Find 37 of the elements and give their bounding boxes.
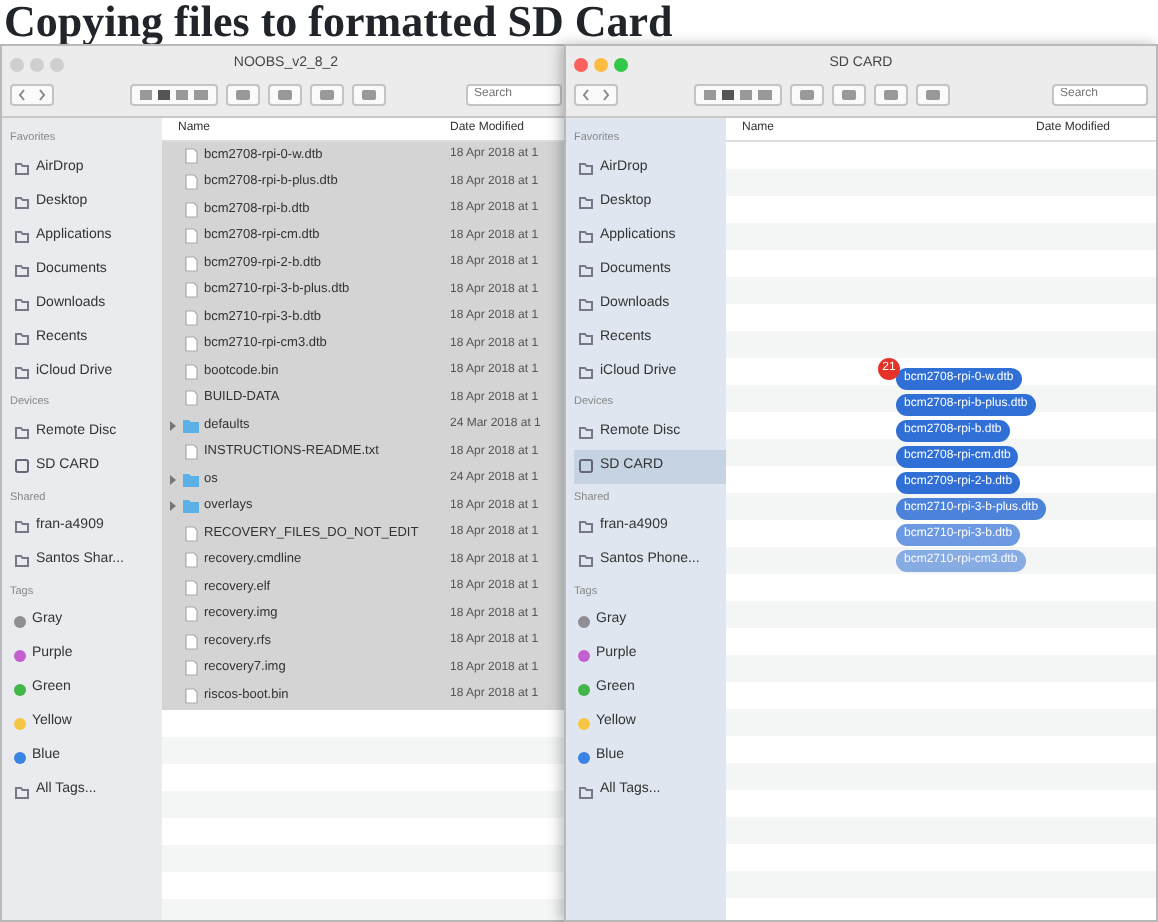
minimize-button[interactable] [594,57,608,71]
disclosure-icon [168,417,178,434]
action-button[interactable] [268,83,302,105]
card-icon [578,458,594,474]
toolbar-icon [840,87,858,101]
view-icon [702,87,774,101]
folder-icon [578,424,594,440]
toolbar-icon [318,87,336,101]
back-forward-buttons[interactable] [574,83,618,105]
toolbar-icon [924,87,942,101]
zoom-button[interactable] [614,57,628,71]
view-buttons[interactable] [130,83,218,105]
toolbar-icon [234,87,252,101]
folder-icon [578,783,594,799]
tags-button[interactable] [916,83,950,105]
chevron-icon [582,87,610,101]
arrange-button[interactable] [226,83,260,105]
back-forward-buttons[interactable] [10,83,54,105]
folder-icon [182,417,200,434]
arrange-button[interactable] [790,83,824,105]
document-icon [182,444,200,461]
share-button[interactable] [310,83,344,105]
view-icon [138,87,210,101]
page-heading: Copying files to formatted SD Card [2,0,675,44]
toolbar-icon [798,87,816,101]
close-button[interactable] [574,57,588,71]
share-button[interactable] [874,83,908,105]
tags-button[interactable] [352,83,386,105]
folder-icon [14,424,30,440]
toolbar-icon [882,87,900,101]
card-icon [14,458,30,474]
toolbar-icon [276,87,294,101]
action-button[interactable] [832,83,866,105]
chevron-icon [18,87,46,101]
folder-icon [14,783,30,799]
view-buttons[interactable] [694,83,782,105]
toolbar-icon [360,87,378,101]
